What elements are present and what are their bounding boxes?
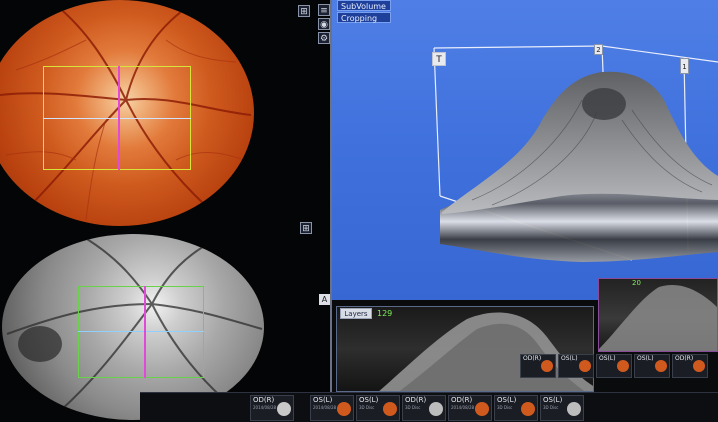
thumbnail-fundus-icon [567, 402, 581, 416]
thumbnail-7[interactable]: OS(L) 3D Disc [540, 395, 584, 421]
thumbnail-fundus-icon [693, 360, 705, 372]
3d-oct-volume-render [433, 45, 718, 262]
thumbnail-fundus-icon [541, 360, 553, 372]
thumbnail-sublabel: 2014/08/28 [253, 405, 277, 410]
3d-volume-view[interactable]: T 2 1 [332, 0, 718, 300]
thumbnail-top-5[interactable]: OD(R) [672, 354, 708, 378]
cropping-button[interactable]: Cropping [337, 12, 391, 23]
bscan-image-right[interactable] [598, 278, 718, 352]
exam-thumbnail-strip: OD(R) 2014/08/28 OS(L) 2014/08/28 OS(L) … [140, 392, 718, 422]
menu-lines-icon[interactable]: ≡ [318, 4, 330, 16]
thumbnail-sublabel: 3D Disc [405, 405, 421, 410]
eye-icon[interactable]: ◉ [318, 18, 330, 30]
thumbnail-label: OS(L) [543, 396, 563, 404]
thumbnail-fundus-icon [521, 402, 535, 416]
thumbnail-label: OS(L) [359, 396, 379, 404]
thumbnail-label: OD(R) [253, 396, 275, 404]
thumbnail-top-4[interactable]: OS(L) [634, 354, 670, 378]
thumbnail-label: OD(R) [451, 396, 473, 404]
thumbnail-6[interactable]: OS(L) 3D Disc [494, 395, 538, 421]
thumbnail-5[interactable]: OD(R) 2014/08/28 [448, 395, 492, 421]
thumbnail-label: OS(L) [313, 396, 333, 404]
thumbnail-sublabel: 3D Disc [497, 405, 513, 410]
bscan-cross-section-right [599, 285, 717, 351]
expand-icon[interactable]: ⊞ [298, 5, 310, 17]
thumbnail-label: OD(R) [675, 355, 694, 362]
layers-value: 129 [377, 309, 393, 318]
thumbnail-sublabel: 3D Disc [359, 405, 375, 410]
thumbnail-label: OS(L) [637, 355, 654, 362]
settings-icon[interactable]: ⚙ [318, 32, 330, 44]
fundus-panel: ⊞ ⊞ A [0, 0, 330, 420]
optic-cup [582, 88, 626, 120]
thumbnail-4[interactable]: OD(R) 3D Disc [402, 395, 446, 421]
thumbnail-sublabel: 3D Disc [543, 405, 559, 410]
subvolume-button[interactable]: SubVolume [337, 0, 391, 11]
thumbnail-fundus-icon [383, 402, 397, 416]
thumbnail-fundus-icon [277, 402, 291, 416]
thumbnail-fundus-icon [655, 360, 667, 372]
oct-viewer-screen: ⊞ ⊞ A ≡ ◉ ⚙ T 2 1 SubVolume Cropping Lay… [0, 0, 718, 422]
scan-line-horizontal-gray [78, 331, 204, 332]
scan-area-box-gray[interactable] [78, 286, 204, 378]
thumbnail-top-3[interactable]: OS(L) [596, 354, 632, 378]
thumbnail-fundus-icon [617, 360, 629, 372]
thumbnail-label: OD(R) [405, 396, 427, 404]
scan-line-horizontal-color [43, 118, 191, 119]
thumbnail-label: OD(R) [523, 355, 542, 362]
thumbnail-1[interactable]: OD(R) 2014/08/28 [250, 395, 294, 421]
layers-button[interactable]: Layers [340, 308, 372, 319]
scan-line-vertical-gray [144, 286, 146, 378]
thumbnail-label: OS(L) [497, 396, 517, 404]
thumbnail-top-1[interactable]: OD(R) [520, 354, 556, 378]
axis-label-2: 2 [594, 44, 603, 55]
thumbnail-fundus-icon [579, 360, 591, 372]
thumbnail-3[interactable]: OS(L) 3D Disc [356, 395, 400, 421]
bscan-cross-section-left [379, 312, 593, 391]
bscan-right-tag: 20 [632, 279, 641, 287]
thumbnail-fundus-icon [475, 402, 489, 416]
view-toggle-button[interactable]: A [319, 294, 330, 305]
thumbnail-label: OS(L) [599, 355, 616, 362]
thumbnail-sublabel: 2014/08/28 [451, 405, 475, 410]
thumbnail-top-2[interactable]: OS(L) [558, 354, 594, 378]
thumbnail-sublabel: 2014/08/28 [313, 405, 337, 410]
thumbnail-label: OS(L) [561, 355, 578, 362]
axis-label-t: T [432, 52, 446, 66]
thumbnail-fundus-icon [429, 402, 443, 416]
axis-label-1: 1 [680, 58, 689, 74]
expand-icon-lower[interactable]: ⊞ [300, 222, 312, 234]
thumbnail-2[interactable]: OS(L) 2014/08/28 [310, 395, 354, 421]
thumbnail-fundus-icon [337, 402, 351, 416]
scan-line-vertical-color [118, 66, 120, 170]
bscan-image-left[interactable] [336, 306, 594, 392]
